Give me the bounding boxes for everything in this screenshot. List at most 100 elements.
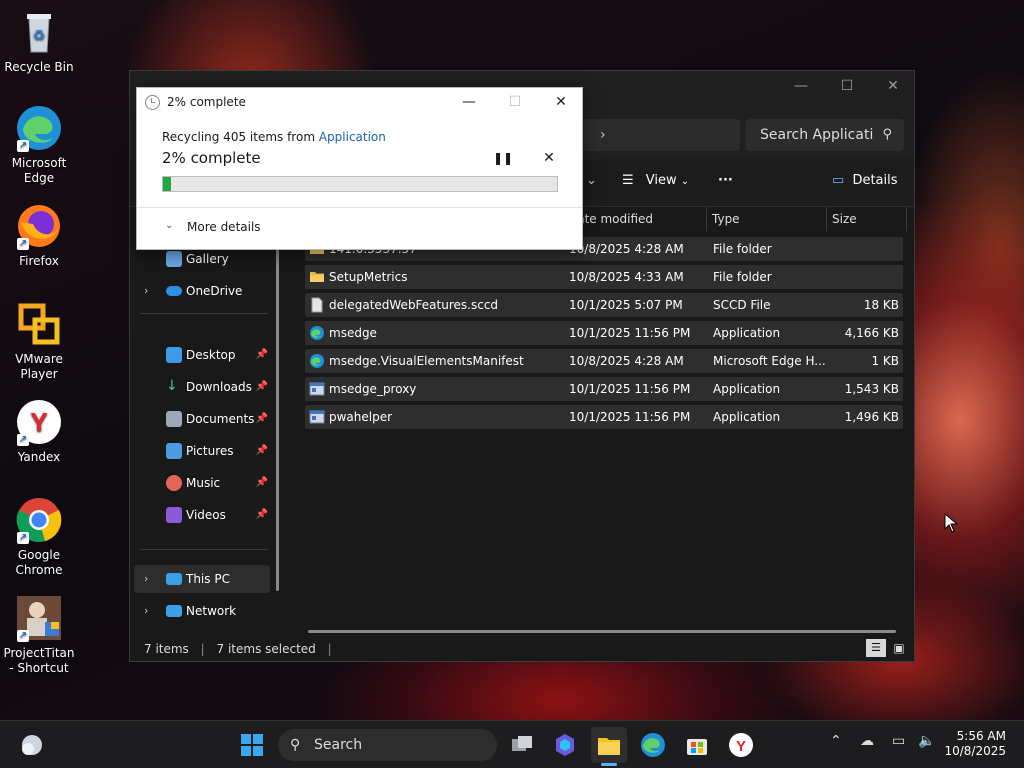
microsoft-store-icon[interactable] bbox=[679, 727, 715, 763]
copilot-icon[interactable] bbox=[547, 727, 583, 763]
progress-bar bbox=[162, 176, 558, 192]
details-pane-button[interactable]: ▭ Details bbox=[832, 173, 898, 188]
nav-item-documents[interactable]: Documents 📌 bbox=[134, 405, 270, 433]
weather-widget-icon[interactable] bbox=[14, 727, 50, 763]
address-bar[interactable]: › bbox=[580, 119, 740, 151]
nav-item-videos[interactable]: Videos 📌 bbox=[134, 501, 270, 529]
nav-item-pictures[interactable]: Pictures 📌 bbox=[134, 437, 270, 465]
column-divider[interactable] bbox=[826, 207, 827, 231]
minimize-button[interactable]: — bbox=[778, 71, 824, 103]
clock-icon bbox=[145, 95, 160, 110]
details-pane-icon: ▭ bbox=[832, 173, 845, 188]
nav-item-onedrive[interactable]: › OneDrive bbox=[134, 277, 270, 305]
firefox-icon: ↗ bbox=[15, 202, 63, 250]
edge-taskbar-icon[interactable] bbox=[635, 727, 671, 763]
file-row[interactable]: msedge.VisualElementsManifest 10/8/2025 4… bbox=[305, 349, 903, 373]
file-row[interactable]: SetupMetrics 10/8/2025 4:33 AM File folder bbox=[305, 265, 903, 289]
dialog-close-button[interactable]: ✕ bbox=[538, 88, 584, 116]
pin-icon[interactable]: 📌 bbox=[256, 501, 268, 529]
large-icons-view-toggle-icon[interactable]: ▣ bbox=[890, 639, 908, 657]
more-details-button[interactable]: ⌄ More details bbox=[165, 220, 261, 234]
system-clock[interactable]: 5:56 AM 10/8/2025 bbox=[944, 729, 1006, 759]
file-type: Microsoft Edge H... bbox=[713, 354, 826, 368]
column-divider[interactable] bbox=[706, 207, 707, 231]
view-button[interactable]: ☰ View ⌄ bbox=[622, 173, 689, 188]
column-header-size[interactable]: Size bbox=[832, 207, 857, 231]
more-options-button[interactable]: ··· bbox=[718, 173, 733, 188]
nav-item-network[interactable]: › Network bbox=[134, 597, 270, 625]
start-button[interactable] bbox=[234, 727, 270, 763]
file-row[interactable]: msedge_proxy 10/1/2025 11:56 PM Applicatio… bbox=[305, 377, 903, 401]
pin-icon[interactable]: 📌 bbox=[256, 469, 268, 497]
file-size: 4,166 KB bbox=[844, 326, 899, 340]
pin-icon[interactable]: 📌 bbox=[256, 341, 268, 369]
clock-date: 10/8/2025 bbox=[944, 744, 1006, 758]
file-row[interactable]: delegatedWebFeatures.sccd 10/1/2025 5:07 … bbox=[305, 293, 903, 317]
nav-item-this-pc[interactable]: › This PC bbox=[134, 565, 270, 593]
mouse-cursor-icon bbox=[944, 513, 958, 533]
file-type: SCCD File bbox=[713, 298, 771, 312]
pin-icon[interactable]: 📌 bbox=[256, 373, 268, 401]
desktop-icon-vmware[interactable]: VMware Player bbox=[0, 300, 78, 382]
chevron-right-icon[interactable]: › bbox=[144, 565, 148, 593]
search-input[interactable]: Search Applicati ⚲ bbox=[746, 119, 904, 151]
dialog-minimize-button[interactable]: — bbox=[446, 88, 492, 116]
recycle-progress-dialog: 2% complete — ☐ ✕ Recycling 405 items fr… bbox=[136, 87, 583, 250]
column-divider[interactable] bbox=[906, 207, 907, 231]
nav-item-desktop[interactable]: Desktop 📌 bbox=[134, 341, 270, 369]
pin-icon[interactable]: 📌 bbox=[256, 405, 268, 433]
nav-scrollbar[interactable] bbox=[276, 213, 279, 591]
maximize-button[interactable]: ☐ bbox=[824, 71, 870, 103]
recycle-bin-icon: ♻ bbox=[15, 8, 63, 56]
shortcut-arrow-icon: ↗ bbox=[17, 434, 29, 446]
desktop-icon-yandex[interactable]: Y ↗ Yandex bbox=[0, 398, 78, 465]
pause-button[interactable]: ❚❚ bbox=[493, 148, 513, 168]
desktop-icon-projecttitan[interactable]: ↗ ProjectTitan - Shortcut bbox=[0, 594, 78, 676]
pin-icon[interactable]: 📌 bbox=[256, 437, 268, 465]
nav-item-downloads[interactable]: ↓ Downloads 📌 bbox=[134, 373, 270, 401]
file-date-modified: 10/1/2025 5:07 PM bbox=[569, 298, 683, 312]
search-icon: ⚲ bbox=[882, 127, 892, 142]
nav-divider bbox=[140, 313, 268, 314]
close-button[interactable]: ✕ bbox=[870, 71, 916, 103]
gallery-icon bbox=[166, 251, 182, 267]
status-bar: 7 items | 7 items selected | ☰ ▣ bbox=[130, 637, 914, 661]
vmware-icon bbox=[15, 300, 63, 348]
cancel-button[interactable]: ✕ bbox=[539, 148, 559, 168]
column-header-type[interactable]: Type bbox=[712, 207, 740, 231]
horizontal-scrollbar[interactable] bbox=[308, 630, 896, 633]
file-row[interactable]: msedge 10/1/2025 11:56 PM Application 4,166… bbox=[305, 321, 903, 345]
progress-bar-fill bbox=[163, 177, 171, 191]
volume-muted-icon[interactable]: 🔈 bbox=[918, 733, 935, 749]
desktop-icon-firefox[interactable]: ↗ Firefox bbox=[0, 202, 78, 269]
chevron-down-icon: ⌄ bbox=[680, 176, 690, 187]
clock-time: 5:56 AM bbox=[956, 729, 1006, 743]
chevron-right-icon[interactable]: › bbox=[144, 277, 148, 305]
file-date-modified: 10/1/2025 11:56 PM bbox=[569, 382, 691, 396]
yandex-taskbar-icon[interactable]: Y bbox=[723, 727, 759, 763]
sort-chevron-icon[interactable]: ⌄ bbox=[586, 173, 597, 188]
file-row[interactable]: pwahelper 10/1/2025 11:56 PM Application 1,… bbox=[305, 405, 903, 429]
desktop-icon-chrome[interactable]: ↗ Google Chrome bbox=[0, 496, 78, 578]
details-view-toggle-icon[interactable]: ☰ bbox=[866, 639, 886, 657]
network-status-icon[interactable]: ▭ bbox=[892, 733, 905, 749]
desktop-icon-edge[interactable]: ↗ Microsoft Edge bbox=[0, 104, 78, 186]
nav-item-music[interactable]: Music 📌 bbox=[134, 469, 270, 497]
file-date-modified: 10/8/2025 4:28 AM bbox=[569, 242, 684, 256]
videos-icon bbox=[166, 507, 182, 523]
file-explorer-taskbar-icon[interactable] bbox=[591, 727, 627, 766]
dialog-title: 2% complete bbox=[167, 95, 246, 109]
shortcut-arrow-icon: ↗ bbox=[17, 630, 29, 642]
chevron-right-icon[interactable]: › bbox=[144, 597, 148, 625]
progress-percent-label: 2% complete bbox=[162, 149, 261, 167]
source-folder-link[interactable]: Application bbox=[319, 130, 386, 144]
file-type: File folder bbox=[713, 270, 772, 284]
taskbar-search-box[interactable]: ⚲ Search bbox=[278, 729, 497, 761]
file-name: msedge_proxy bbox=[329, 382, 417, 396]
file-type: Application bbox=[713, 382, 781, 396]
desktop-icon-recycle-bin[interactable]: ♻ Recycle Bin bbox=[0, 8, 78, 75]
svg-text:Y: Y bbox=[736, 738, 746, 755]
show-hidden-icons-chevron-icon[interactable]: ⌃ bbox=[830, 733, 842, 749]
task-view-icon[interactable] bbox=[504, 727, 540, 763]
onedrive-offline-icon[interactable]: ☁ bbox=[860, 733, 874, 749]
